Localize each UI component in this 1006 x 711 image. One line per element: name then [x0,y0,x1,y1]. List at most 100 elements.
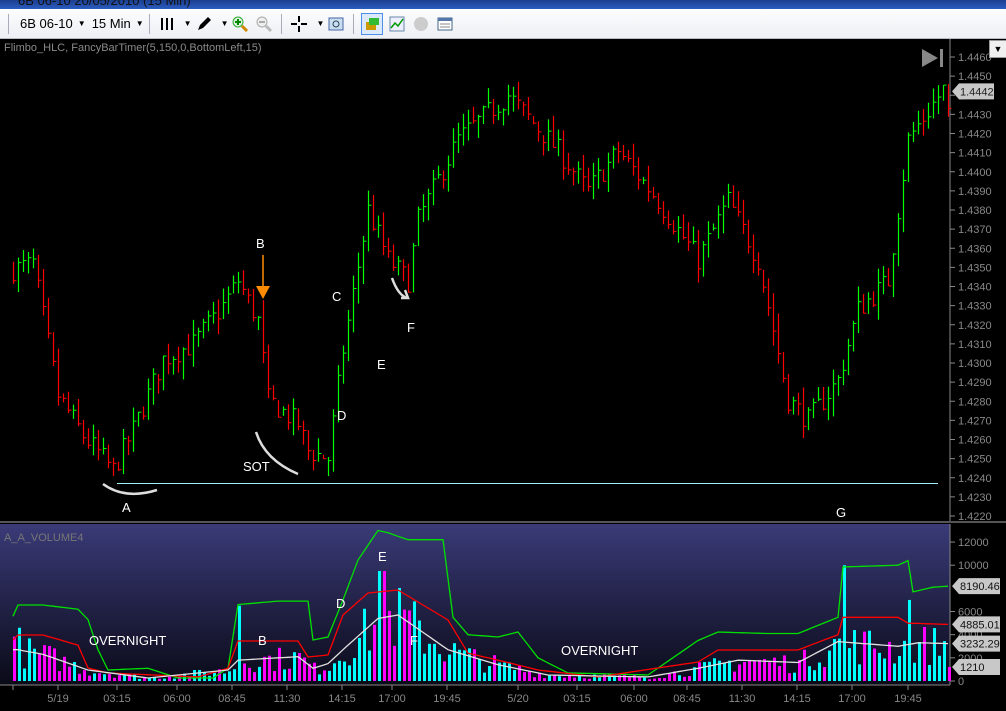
price-tick-label: 1.4360 [958,243,992,255]
volume-bar [688,676,691,681]
volume-bar [378,570,381,681]
volume-bar [833,639,836,681]
volume-bar [518,665,521,681]
time-tick-label: 19:45 [894,693,922,705]
volume-annotation-b: B [258,633,267,648]
volume-bar [383,570,386,681]
time-tick-label: 5/19 [47,693,68,705]
annotation-sot: SOT [243,459,270,474]
volume-bar [723,663,726,681]
price-tick-label: 1.4320 [958,320,992,332]
time-tick-label: 14:15 [328,693,356,705]
price-tick-label: 1.4410 [958,148,992,160]
volume-bar [563,677,566,681]
volume-bar [23,668,26,681]
volume-bar [708,661,711,681]
volume-tick-label: 12000 [958,537,989,549]
volume-bar [28,638,31,681]
volume-bar [18,627,21,681]
volume-bar [878,652,881,681]
volume-bar [523,672,526,681]
panel-dropdown-button[interactable]: ▼ [989,40,1006,58]
volume-bar [353,658,356,681]
volume-bar [678,675,681,681]
volume-bar [848,648,851,681]
volume-bar [393,645,396,681]
volume-value-label: 4885.01 [960,619,1000,631]
volume-bar [163,678,166,681]
volume-bar [283,669,286,681]
volume-bar [868,630,871,681]
volume-bar [768,662,771,681]
price-tick-label: 1.4340 [958,282,992,294]
volume-bar [58,671,61,681]
volume-bar [788,673,791,681]
volume-bar [458,649,461,681]
volume-bar [898,655,901,681]
volume-bar [38,653,41,681]
volume-bar [583,678,586,681]
price-tick-label: 1.4310 [958,339,992,351]
volume-bar [803,649,806,681]
time-tick-label: 5/20 [507,693,528,705]
volume-bar [103,674,106,681]
price-tick-label: 1.4240 [958,473,992,485]
volume-bar [118,675,121,681]
time-tick-label: 03:15 [103,693,131,705]
chart-canvas[interactable]: 1.44601.44501.44401.44301.44201.44101.44… [0,0,1006,711]
time-tick-label: 17:00 [838,693,866,705]
time-tick-label: 11:30 [274,693,301,705]
volume-bar [478,658,481,681]
price-tick-label: 1.4400 [958,167,992,179]
volume-bar [98,673,101,681]
time-tick-label: 06:00 [163,693,191,705]
volume-bar [863,631,866,681]
volume-bar [243,663,246,681]
time-tick-label: 03:15 [563,693,591,705]
volume-bar [578,675,581,681]
volume-bar [93,673,96,681]
price-tick-label: 1.4290 [958,377,992,389]
volume-bar [238,605,241,681]
volume-bar [588,678,591,681]
price-tick-label: 1.4420 [958,129,992,141]
volume-bar [923,626,926,681]
volume-bar [853,630,856,681]
volume-bar [643,677,646,681]
volume-bar [738,664,741,681]
volume-tick-label: 0 [958,676,964,688]
volume-bar [628,677,631,681]
volume-bar [918,641,921,681]
time-tick-label: 06:00 [620,693,648,705]
volume-value-label: 1210 [960,662,984,674]
price-tick-label: 1.4300 [958,358,992,370]
volume-bar [328,670,331,681]
volume-bar [893,663,896,681]
volume-bar [883,658,886,681]
time-tick-label: 14:15 [783,693,811,705]
volume-bar [258,666,261,681]
volume-study-label: A_A_VOLUME4 [4,532,84,544]
price-tick-label: 1.4380 [958,205,992,217]
volume-bar [508,662,511,681]
annotation-b: B [256,236,265,251]
price-tick-label: 1.4390 [958,186,992,198]
price-tick-label: 1.4330 [958,301,992,313]
annotation-f: F [407,320,415,335]
volume-bar [713,658,716,681]
volume-bar [778,666,781,681]
volume-bar [948,666,951,681]
volume-bar [938,655,941,681]
volume-bar [943,641,946,681]
volume-bar [323,670,326,681]
volume-bar [108,674,111,681]
volume-bar [138,679,141,681]
annotation-g: G [836,505,847,520]
volume-bar [658,678,661,681]
volume-bar [428,643,431,681]
volume-bar [858,664,861,681]
volume-bar [278,647,281,681]
volume-bar [368,650,371,681]
volume-bar [348,665,351,681]
volume-bar [873,648,876,681]
